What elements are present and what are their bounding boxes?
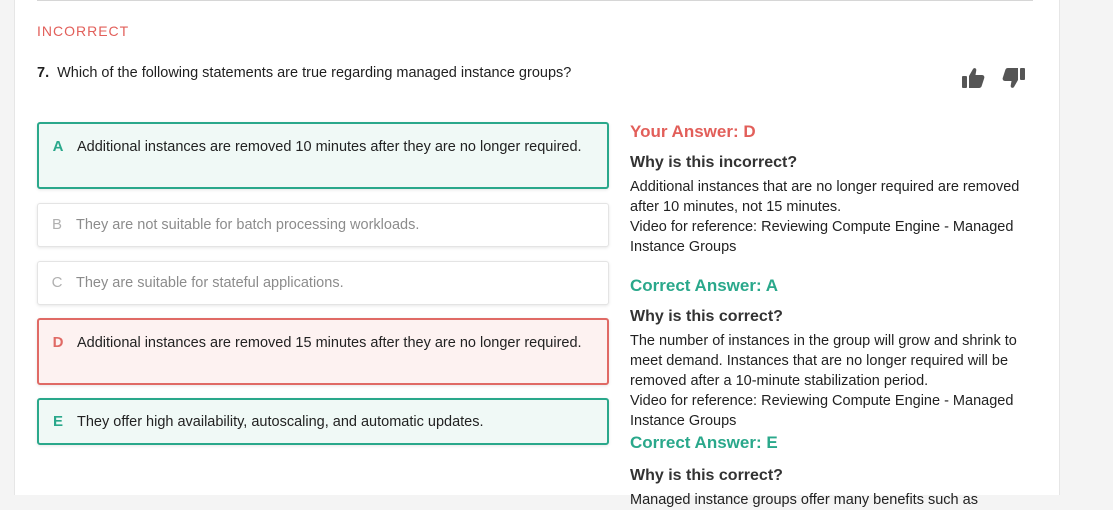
answer-option-b[interactable]: B They are not suitable for batch proces… <box>37 203 609 247</box>
why-correct-heading: Why is this correct? <box>630 467 783 484</box>
thumbs-up-icon[interactable] <box>960 66 986 90</box>
explanation-body: Additional instances that are no longer … <box>630 179 1020 215</box>
option-letter: C <box>51 274 63 291</box>
option-text: Additional instances are removed 15 minu… <box>77 335 582 351</box>
page-gutter <box>1080 0 1113 495</box>
question-prompt: 7. Which of the following statements are … <box>37 65 571 81</box>
your-answer-heading: Your Answer: D <box>630 122 756 141</box>
explanation-text: Additional instances that are no longer … <box>630 177 1020 257</box>
explanation-text: The number of instances in the group wil… <box>630 331 1020 431</box>
result-status: INCORRECT <box>37 23 130 39</box>
option-letter: D <box>52 334 64 351</box>
option-letter: E <box>52 413 63 430</box>
answer-option-d[interactable]: D Additional instances are removed 15 mi… <box>37 318 609 385</box>
correct-answer-a-heading: Correct Answer: A <box>630 276 778 295</box>
option-letter: A <box>52 138 64 155</box>
answer-option-c[interactable]: C They are suitable for stateful applica… <box>37 261 609 305</box>
reference-link[interactable]: Video for reference: Reviewing Compute E… <box>630 217 1020 257</box>
option-text: Additional instances are removed 10 minu… <box>77 139 582 155</box>
thumbs-down-icon[interactable] <box>1001 66 1027 90</box>
option-text: They offer high availability, autoscalin… <box>77 414 484 430</box>
card-content: INCORRECT 7. Which of the following state… <box>14 0 1058 508</box>
question-number: 7. <box>37 65 50 81</box>
reference-link[interactable]: Video for reference: Reviewing Compute E… <box>630 391 1020 431</box>
explanation-panel: Your Answer: D Why is this incorrect? Ad… <box>630 120 1020 510</box>
option-letter: B <box>51 216 62 233</box>
answer-option-a[interactable]: A Additional instances are removed 10 mi… <box>37 122 609 189</box>
divider <box>37 0 1033 1</box>
correct-answer-e-heading: Correct Answer: E <box>630 433 778 452</box>
answer-option-e[interactable]: E They offer high availability, autoscal… <box>37 398 609 445</box>
option-text: They are not suitable for batch processi… <box>76 217 420 233</box>
explanation-body: The number of instances in the group wil… <box>630 333 1017 389</box>
option-text: They are suitable for stateful applicati… <box>76 275 344 291</box>
explanation-body: Managed instance groups offer many benef… <box>630 492 978 508</box>
why-correct-heading: Why is this correct? <box>630 308 783 325</box>
why-incorrect-heading: Why is this incorrect? <box>630 154 798 171</box>
question-text: Which of the following statements are tr… <box>57 65 572 81</box>
